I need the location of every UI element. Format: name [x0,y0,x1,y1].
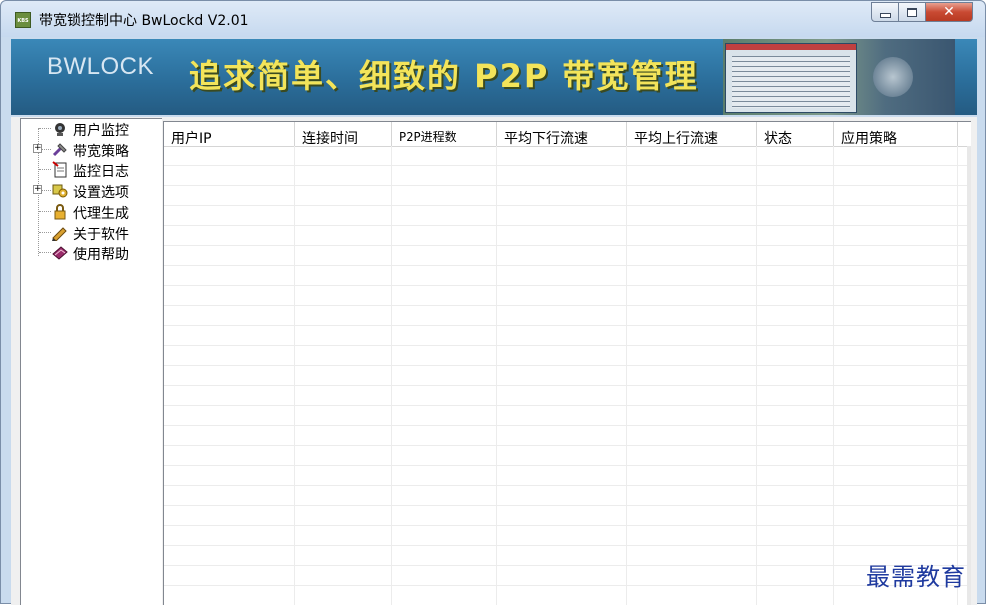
tree-item-label: 用户监控 [73,123,129,139]
tree-connector [39,128,51,129]
banner-thumbnail-window [725,43,857,113]
column-header[interactable]: P2P进程数 [392,122,497,146]
lock-icon [51,203,69,220]
title-bar[interactable]: KBS 带宽锁控制中心 BwLockd V2.01 ✕ [1,1,985,37]
close-icon: ✕ [943,4,955,20]
column-divider [294,146,295,605]
tree-item[interactable]: 代理生成 [21,202,161,222]
help-book-icon [51,244,69,261]
app-window: KBS 带宽锁控制中心 BwLockd V2.01 ✕ BWLOCK 追求简单、… [0,0,986,605]
column-header[interactable]: 状态 [757,122,834,147]
maximize-icon [907,7,917,17]
minimize-icon [879,12,891,18]
banner-screenshot-image [723,39,955,115]
column-header[interactable]: 平均上行流速 [627,122,757,147]
user-list-grid[interactable]: 用户IP 连接时间 P2P进程数 平均下行流速 平均上行流速 状态 应用策略 [163,121,971,605]
expand-toggle[interactable]: + [33,185,42,195]
close-button[interactable]: ✕ [926,2,973,22]
tree-connector [39,231,51,233]
tree-item-label: 设置选项 [73,185,129,202]
watermark-text: 最需教育 [866,563,966,591]
column-divider [957,146,958,605]
column-header[interactable]: 用户IP [164,122,295,147]
banner-slogan: 追求简单、细致的 P2P 带宽管理 [189,57,699,95]
tree-item-label: 监控日志 [73,164,129,181]
camera-icon [51,120,69,137]
tree-item[interactable]: 监控日志 [21,160,161,180]
tools-icon [51,141,69,158]
tree-item-label: 代理生成 [73,205,129,222]
window-controls: ✕ [871,2,973,22]
grid-body[interactable] [164,146,971,605]
tree-item[interactable]: 使用帮助 [21,243,161,263]
column-divider [391,146,392,605]
maximize-button[interactable] [899,2,926,22]
minimize-button[interactable] [871,2,899,22]
app-icon: KBS [15,12,31,28]
tree-item-label: 关于软件 [73,226,129,243]
column-divider [626,146,627,605]
column-divider [756,146,757,605]
tree-item[interactable]: + 设置选项 [21,181,161,201]
tree-connector [39,252,51,254]
expand-toggle[interactable]: + [33,143,42,153]
window-title: 带宽锁控制中心 BwLockd V2.01 [39,13,249,29]
tree-connector [39,210,51,212]
tree-item-label: 使用帮助 [73,247,129,264]
tree-item[interactable]: 关于软件 [21,223,161,243]
tree-item[interactable]: + 带宽策略 [21,140,161,160]
column-header[interactable]: 平均下行流速 [497,122,627,147]
tree-connector [39,169,51,171]
settings-icon [51,182,69,199]
tree-item[interactable]: 用户监控 [21,119,161,139]
navigation-tree[interactable]: 用户监控 + 带宽策略监控日志 + 设置选项代理生成关于软件使用帮助 [20,118,162,605]
column-divider [833,146,834,605]
grid-right-edge [967,146,971,605]
banner-gear-graphic [873,57,913,97]
client-area: 用户监控 + 带宽策略监控日志 + 设置选项代理生成关于软件使用帮助 用户IP 连接时间 P… [11,117,977,605]
column-header[interactable]: 连接时间 [295,122,392,147]
column-divider [496,146,497,605]
header-banner: BWLOCK 追求简单、细致的 P2P 带宽管理 [11,39,977,115]
column-header[interactable]: 应用策略 [834,122,958,147]
pencil-icon [51,224,69,242]
brand-logo: BWLOCK [47,53,155,80]
document-icon [51,161,69,178]
grid-header: 用户IP 连接时间 P2P进程数 平均下行流速 平均上行流速 状态 应用策略 [164,122,971,147]
tree-item-label: 带宽策略 [73,143,129,160]
